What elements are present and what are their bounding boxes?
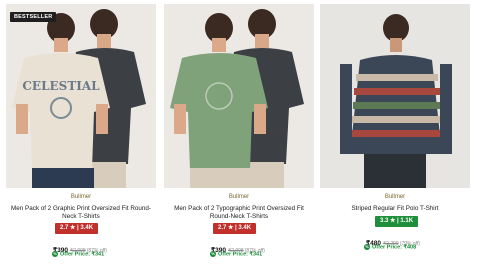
brand-name: Bullmer [70, 194, 92, 200]
rating-badge: 2.7 ★ | 3.4K [213, 223, 257, 234]
rating-badge: 2.7 ★ | 3.4K [55, 223, 99, 234]
product-name-line: Men Pack of 2 Typographic Print Oversize… [174, 205, 304, 212]
offer-price-text: Offer Price: ₹341 [60, 251, 105, 258]
product-name[interactable]: Striped Regular Fit Polo T-Shirt [320, 205, 470, 213]
product-name-line: Neck T-Shirts [62, 213, 100, 220]
product-card[interactable]: CELESTIAL BESTSELLER Bullmer Men Pack of… [6, 0, 156, 279]
offer-tag-icon: % [52, 251, 58, 257]
offer-price-text: Offer Price: ₹408 [372, 244, 417, 251]
product-card[interactable]: Bullmer Men Pack of 2 Typographic Print … [164, 0, 314, 279]
product-name-line: Men Pack of 2 Graphic Print Oversized Fi… [11, 205, 151, 212]
offer-tag-icon: % [210, 251, 216, 257]
offer-price-text: Offer Price: ₹341 [218, 251, 263, 258]
product-card[interactable]: Bullmer Striped Regular Fit Polo T-Shirt… [320, 0, 470, 279]
brand-name: Bullmer [384, 194, 406, 200]
offer-tag-icon: % [364, 244, 370, 250]
product-name-line: Striped Regular Fit Polo T-Shirt [351, 205, 439, 212]
bestseller-badge: BESTSELLER [10, 12, 57, 22]
product-name[interactable]: Men Pack of 2 Typographic Print Oversize… [164, 205, 314, 221]
rating-badge: 3.3 ★ | 1.1K [375, 216, 419, 227]
product-name[interactable]: Men Pack of 2 Graphic Print Oversized Fi… [6, 205, 156, 221]
product-image[interactable]: CELESTIAL BESTSELLER [6, 4, 156, 188]
offer-price: % Offer Price: ₹341 [210, 251, 262, 257]
brand-name: Bullmer [228, 194, 250, 200]
svg-text:CELESTIAL: CELESTIAL [22, 79, 100, 93]
offer-price: % Offer Price: ₹408 [364, 244, 416, 250]
product-image[interactable] [164, 4, 314, 188]
offer-price: % Offer Price: ₹341 [52, 251, 104, 257]
product-image[interactable] [320, 4, 470, 188]
product-name-line: Round-Neck T-Shirts [209, 213, 269, 220]
